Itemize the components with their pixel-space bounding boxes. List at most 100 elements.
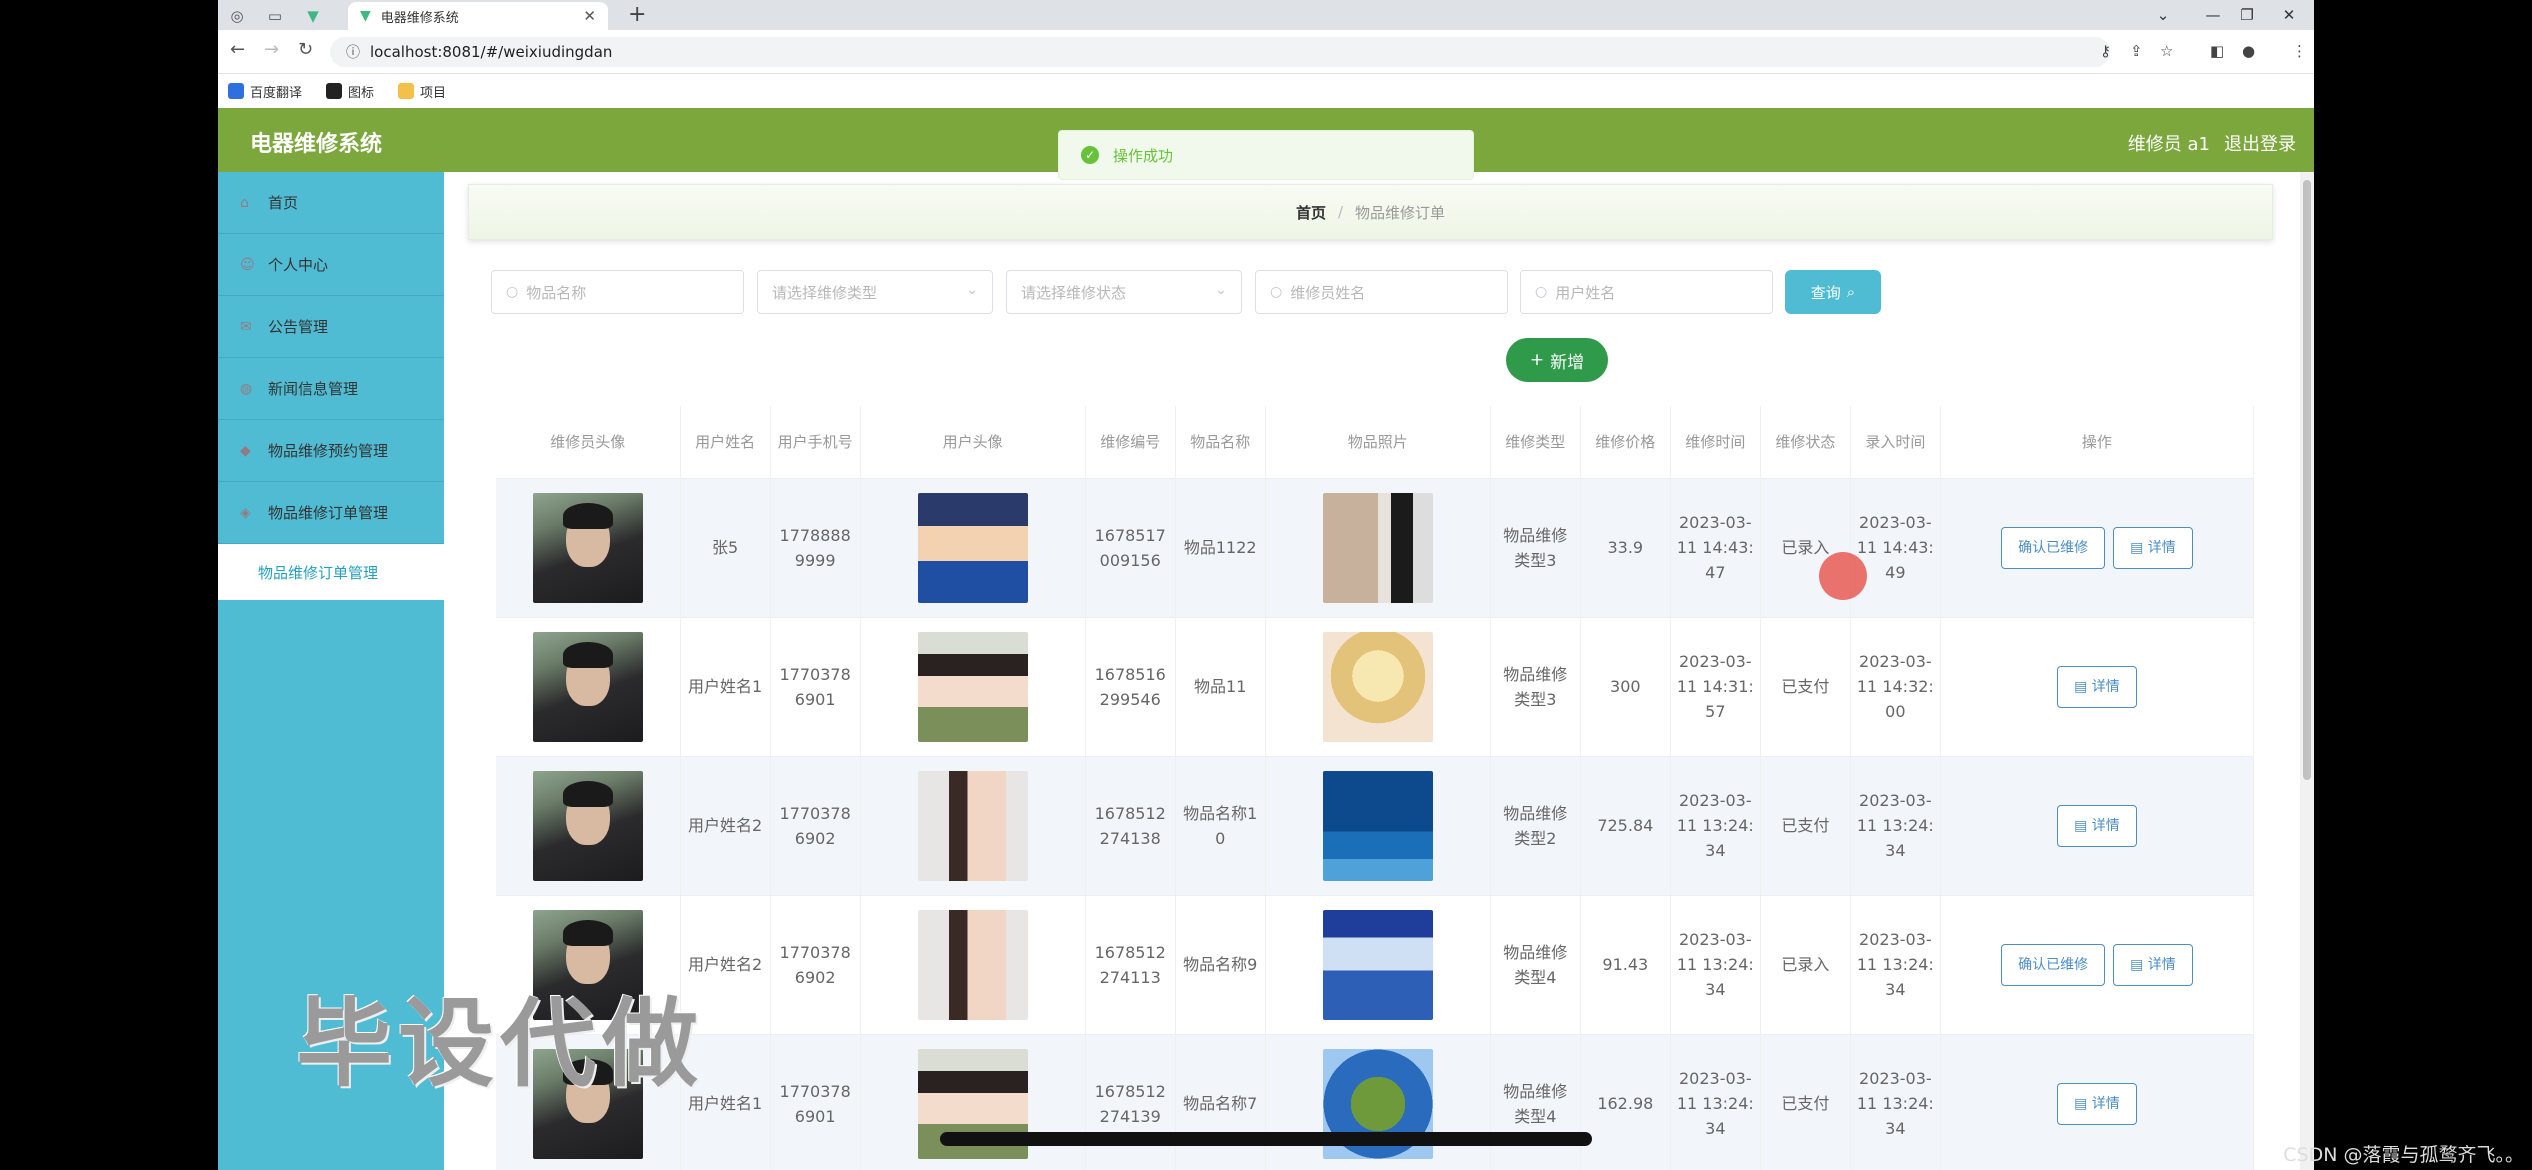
entry-time-cell: 2023-03-11 13:24:34	[1850, 1034, 1941, 1170]
translate-icon	[228, 83, 244, 99]
detail-button[interactable]: ▤ 详情	[2057, 665, 2137, 708]
mail-tab-icon[interactable]: ▭	[260, 5, 290, 27]
user-name: 维修员 a1	[2127, 134, 2210, 155]
repair-type-cell: 物品维修类型2	[1490, 756, 1581, 896]
worker-avatar-image	[532, 770, 643, 881]
detail-button[interactable]: ▤ 详情	[2057, 1082, 2137, 1125]
sidebar-subitem-orders[interactable]: 物品维修订单管理	[218, 544, 444, 600]
repair-no-cell: 1678512274139	[1085, 1034, 1176, 1170]
worker-name-input[interactable]: ○ 维修员姓名	[1255, 270, 1508, 314]
star-icon[interactable]: ☆	[2160, 42, 2173, 60]
entry-time-cell: 2023-03-11 13:24:34	[1850, 756, 1941, 896]
user-name-cell: 用户姓名1	[680, 617, 771, 757]
sidebar-item-orders[interactable]: ◈ 物品维修订单管理	[218, 482, 444, 544]
repair-time-cell: 2023-03-11 14:43:47	[1670, 478, 1761, 618]
repair-status-select[interactable]: 请选择维修状态 ⌄	[1006, 270, 1242, 314]
url-field[interactable]: ⓘ localhost:8081/#/weixiudingdan	[330, 37, 2110, 67]
sidebar-item-label: 物品维修订单管理	[268, 504, 389, 522]
col-status: 维修状态	[1760, 406, 1851, 479]
profile-icon[interactable]: ●	[2242, 42, 2255, 60]
actions-cell: ▤ 详情	[1940, 1034, 2255, 1170]
detail-button[interactable]: ▤ 详情	[2057, 804, 2137, 847]
bookmark-icons[interactable]: 图标	[326, 82, 374, 101]
reload-icon[interactable]: ↻	[298, 39, 313, 60]
back-icon[interactable]: ←	[230, 39, 245, 60]
sidebar-item-home[interactable]: ⌂ 首页	[218, 172, 444, 234]
active-tab[interactable]: ▼ 电器维修系统 ✕	[348, 2, 608, 30]
phone-cell: 17703786902	[770, 895, 861, 1035]
document-icon: ▤	[2130, 539, 2148, 556]
share-icon[interactable]: ⇪	[2130, 42, 2143, 60]
close-tab-icon[interactable]: ✕	[583, 7, 596, 25]
status-cell: 已录入	[1760, 895, 1851, 1035]
page-scrollbar[interactable]	[2300, 172, 2314, 1170]
url-text: localhost:8081/#/weixiudingdan	[370, 43, 613, 61]
user-name-input[interactable]: ○ 用户姓名	[1520, 270, 1773, 314]
sidepanel-icon[interactable]: ◧	[2210, 42, 2224, 60]
plus-icon: +	[1529, 350, 1545, 370]
user-avatar-cell	[860, 756, 1086, 896]
col-phone: 用户手机号	[770, 406, 861, 479]
item-photo-cell	[1265, 756, 1491, 896]
item-photo-image	[1322, 631, 1433, 742]
phone-cell: 17788889999	[770, 478, 861, 618]
key-icon[interactable]: ⚷	[2100, 42, 2111, 60]
vue-tab-icon[interactable]: ▼	[298, 5, 328, 27]
user-avatar-image	[917, 909, 1028, 1020]
home-indicator	[940, 1132, 1592, 1146]
phone-cell: 17703786901	[770, 1034, 861, 1170]
bookmark-label: 百度翻译	[250, 85, 303, 101]
phone-cell: 17703786902	[770, 756, 861, 896]
sidebar-item-profile[interactable]: ☺ 个人中心	[218, 234, 444, 296]
confirm-repaired-button[interactable]: 确认已维修	[2001, 943, 2106, 986]
price-cell: 300	[1580, 617, 1671, 757]
menu-icon[interactable]: ⋮	[2292, 42, 2307, 60]
user-avatar-cell	[860, 478, 1086, 618]
breadcrumb-separator: /	[1337, 203, 1344, 221]
user-avatar-cell	[860, 1034, 1086, 1170]
query-button[interactable]: 查询 ⌕	[1785, 270, 1881, 314]
repair-type-cell: 物品维修类型4	[1490, 1034, 1581, 1170]
chevron-down-icon: ⌄	[1215, 282, 1227, 298]
sidebar-item-news[interactable]: ◍ 新闻信息管理	[218, 358, 444, 420]
status-cell: 已支付	[1760, 1034, 1851, 1170]
item-name-input[interactable]: ○ 物品名称	[491, 270, 744, 314]
repair-type-cell: 物品维修类型4	[1490, 895, 1581, 1035]
tab-list-icon[interactable]: ⌄	[2138, 0, 2188, 30]
add-button[interactable]: + 新增	[1506, 338, 1608, 382]
sidebar-item-label: 首页	[268, 194, 299, 212]
sidebar-item-booking[interactable]: ◆ 物品维修预约管理	[218, 420, 444, 482]
site-info-icon[interactable]: ⓘ	[346, 42, 360, 62]
confirm-repaired-button[interactable]: 确认已维修	[2001, 526, 2106, 569]
forward-icon[interactable]: →	[264, 39, 279, 60]
phone-cell: 17703786901	[770, 617, 861, 757]
bookmark-folder[interactable]: 项目	[398, 82, 446, 101]
document-icon: ▤	[2074, 817, 2092, 834]
new-tab-icon[interactable]: +	[628, 2, 646, 27]
sidebar-item-notice[interactable]: ✉ 公告管理	[218, 296, 444, 358]
repair-no-cell: 1678512274138	[1085, 756, 1176, 896]
item-photo-image	[1322, 909, 1433, 1020]
detail-button[interactable]: ▤ 详情	[2113, 526, 2193, 569]
item-name-cell: 物品11	[1175, 617, 1266, 757]
breadcrumb-home[interactable]: 首页	[1296, 202, 1326, 223]
col-user-avatar: 用户头像	[860, 406, 1086, 479]
user-avatar-cell	[860, 895, 1086, 1035]
table-row: 用户姓名2 17703786902 1678512274138 物品名称10 物…	[496, 756, 2255, 896]
price-cell: 725.84	[1580, 756, 1671, 896]
scrollbar-thumb[interactable]	[2303, 180, 2311, 780]
repair-type-cell: 物品维修类型3	[1490, 617, 1581, 757]
logout-button[interactable]: 退出登录	[2224, 130, 2296, 156]
globe-icon[interactable]: ◎	[222, 5, 252, 27]
chevron-down-icon: ⌄	[966, 282, 978, 298]
entry-time-cell: 2023-03-11 14:32:00	[1850, 617, 1941, 757]
status-cell: 已支付	[1760, 617, 1851, 757]
toast-message: 操作成功	[1113, 146, 1174, 165]
close-window-icon[interactable]: ✕	[2264, 0, 2314, 30]
price-cell: 162.98	[1580, 1034, 1671, 1170]
item-name-cell: 物品名称9	[1175, 895, 1266, 1035]
bookmark-translate[interactable]: 百度翻译	[228, 82, 302, 101]
repair-type-select[interactable]: 请选择维修类型 ⌄	[757, 270, 993, 314]
detail-button[interactable]: ▤ 详情	[2113, 943, 2193, 986]
tab-title: 电器维修系统	[380, 10, 459, 26]
